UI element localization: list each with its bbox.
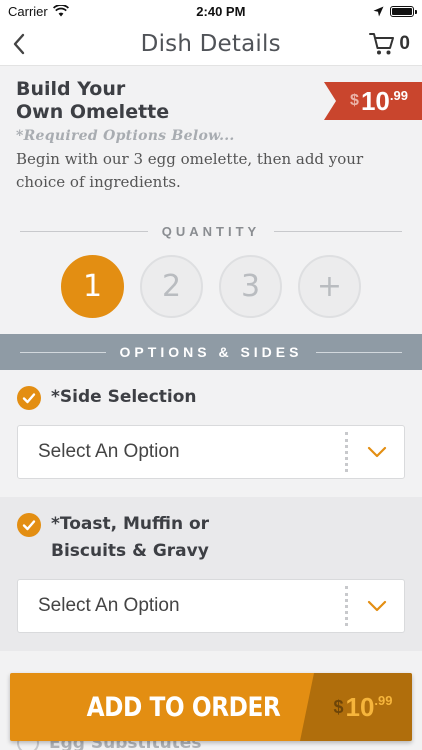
order-total-currency: $: [333, 696, 344, 717]
toast-selection-dropdown[interactable]: Select An Option: [17, 579, 405, 633]
status-time: 2:40 PM: [196, 3, 246, 19]
nav-bar: Dish Details 0: [0, 22, 422, 66]
dish-description: Begin with our 3 egg omelette, then add …: [16, 150, 364, 191]
option-section-side: *Side Selection Select An Option: [0, 370, 422, 497]
check-icon: [17, 513, 41, 537]
select-value: Select An Option: [38, 441, 180, 462]
price-currency: $: [350, 92, 359, 109]
battery-icon: [390, 5, 417, 17]
option-header: *Toast, Muffin or Biscuits & Gravy: [17, 511, 405, 565]
cart-icon: [369, 32, 395, 54]
select-value: Select An Option: [38, 595, 180, 616]
back-button[interactable]: [12, 24, 52, 64]
option-title: *Toast, Muffin or Biscuits & Gravy: [51, 511, 209, 565]
wifi-icon: [52, 5, 69, 17]
location-icon: [373, 6, 384, 16]
options-label: OPTIONS & SIDES: [119, 344, 303, 360]
chevron-down-icon: [367, 600, 387, 612]
quantity-header: QUANTITY: [20, 224, 403, 239]
quantity-option-1[interactable]: 1: [61, 255, 124, 318]
option-section-toast: *Toast, Muffin or Biscuits & Gravy Selec…: [0, 497, 422, 651]
status-right: [373, 5, 417, 17]
divider-line: [274, 231, 403, 232]
order-total-amount: 10: [345, 691, 375, 722]
status-left: Carrier: [8, 4, 69, 19]
divider-line: [20, 351, 106, 353]
quantity-selector: 1 2 3 +: [0, 255, 422, 318]
status-bar: Carrier 2:40 PM: [0, 0, 422, 22]
dish-title-line1: Build Your: [16, 78, 126, 100]
add-to-order-button[interactable]: ADD TO ORDER $ 10 .99: [10, 673, 412, 741]
quantity-label: QUANTITY: [161, 224, 261, 239]
divider-line: [20, 231, 148, 232]
cart-button[interactable]: 0: [369, 32, 410, 56]
option-title-line1: *Toast, Muffin or: [51, 514, 210, 534]
price-tag: $ 10 .99: [324, 82, 422, 120]
order-total-cents: .99: [374, 693, 393, 708]
option-title: *Side Selection: [51, 384, 197, 411]
options-banner: OPTIONS & SIDES: [0, 334, 422, 370]
option-header: *Side Selection: [17, 384, 405, 411]
price-cents: .99: [389, 88, 408, 103]
chevron-left-icon: [13, 33, 25, 54]
dish-title: Build Your Own Omelette: [16, 78, 236, 124]
check-icon: [17, 386, 41, 410]
add-to-order-label: ADD TO ORDER: [86, 691, 281, 723]
option-title-line1: *Side Selection: [51, 387, 197, 407]
chevron-down-icon: [367, 446, 387, 458]
page-title: Dish Details: [140, 30, 281, 57]
side-selection-dropdown[interactable]: Select An Option: [17, 425, 405, 479]
dish-info: Build Your Own Omelette $ 10 .99 *Requir…: [0, 66, 422, 194]
quantity-option-2[interactable]: 2: [140, 255, 203, 318]
carrier-label: Carrier: [8, 3, 48, 19]
quantity-option-3[interactable]: 3: [219, 255, 282, 318]
cart-count: 0: [399, 32, 410, 54]
required-note: *Required Options Below...: [16, 128, 235, 144]
dotted-separator: [345, 586, 348, 626]
dotted-separator: [345, 432, 348, 472]
price-amount: 10: [360, 85, 390, 116]
divider-line: [316, 351, 403, 353]
dish-title-line2: Own Omelette: [16, 101, 170, 123]
option-title-line2: Biscuits & Gravy: [51, 541, 209, 561]
order-total: $ 10 .99: [300, 673, 412, 741]
quantity-option-more[interactable]: +: [298, 255, 361, 318]
